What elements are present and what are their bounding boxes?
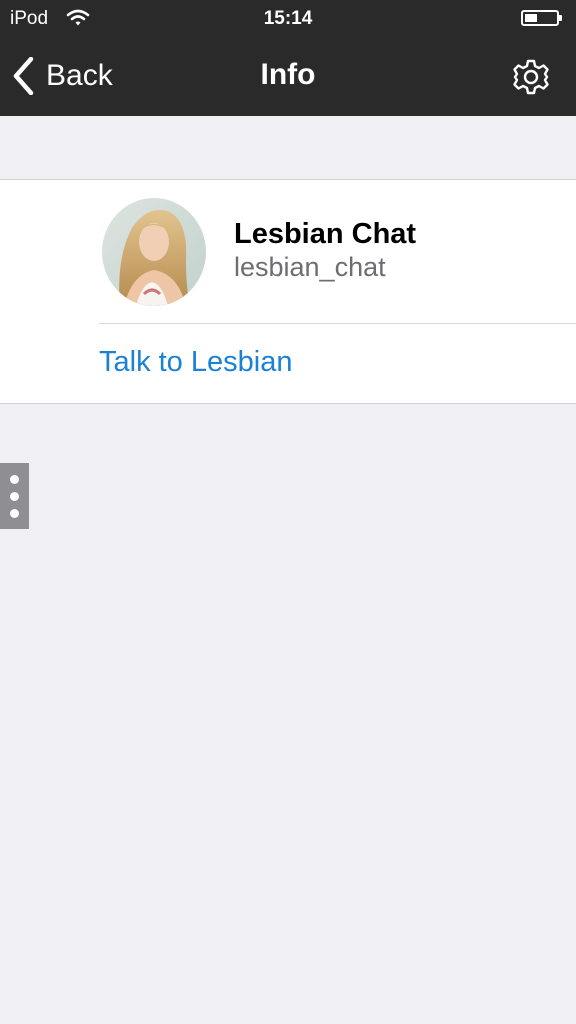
battery-icon	[521, 10, 562, 26]
settings-button[interactable]	[512, 58, 550, 96]
menu-dot	[10, 492, 19, 501]
divider	[99, 323, 576, 324]
navigation-bar: Back Info	[0, 38, 576, 116]
page-title: Info	[260, 58, 316, 91]
talk-to-button[interactable]: Talk to Lesbian	[99, 346, 292, 379]
profile-username: lesbian_chat	[234, 252, 386, 282]
menu-dot	[10, 475, 19, 484]
status-bar: iPod 15:14	[0, 0, 576, 38]
battery-nub	[559, 15, 562, 21]
menu-dot	[10, 509, 19, 518]
battery-level	[525, 14, 537, 22]
profile-card: Lesbian Chat lesbian_chat Talk to Lesbia…	[0, 179, 576, 404]
status-clock: 15:14	[263, 8, 313, 29]
avatar	[102, 198, 206, 306]
side-menu-handle[interactable]	[0, 463, 29, 529]
profile-name: Lesbian Chat	[234, 218, 417, 250]
gear-icon	[512, 59, 550, 100]
